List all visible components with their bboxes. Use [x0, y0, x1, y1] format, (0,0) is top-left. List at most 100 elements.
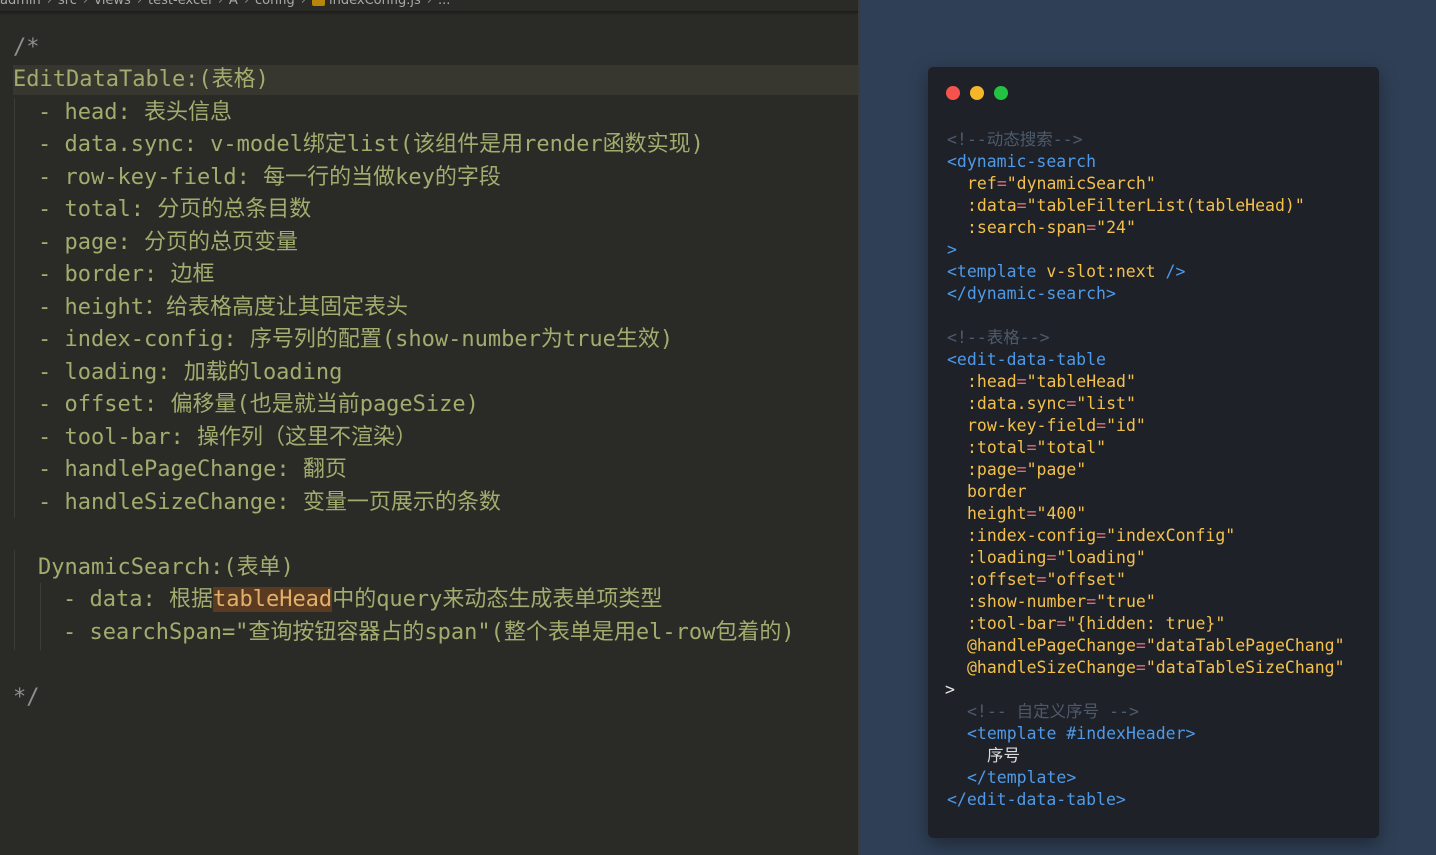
code-line: - handlePageChange: 翻页 — [38, 457, 347, 482]
snippet-attr-line: :tool-bar="{hidden: true}" — [967, 614, 1226, 633]
breadcrumb-item[interactable]: views — [94, 0, 131, 8]
snippet-attr: border — [967, 482, 1027, 501]
minimize-dot-icon — [970, 86, 984, 100]
indent-guide — [14, 98, 15, 518]
snippet-attr: @handlePageChange — [967, 636, 1136, 655]
breadcrumb-item[interactable]: src — [58, 0, 77, 8]
snippet-attr-line: @handleSizeChange="dataTableSizeChang" — [967, 658, 1345, 677]
snippet-value: "24" — [1096, 218, 1136, 237]
snippet-attr-line: ref="dynamicSearch" — [967, 174, 1156, 193]
snippet-attr: :loading — [967, 548, 1047, 567]
snippet-attr: :total — [967, 438, 1027, 457]
snippet-attr: :offset — [967, 570, 1037, 589]
preview-panel: <!--动态搜索--> <dynamic-search ref="dynamic… — [860, 0, 1436, 855]
snippet-attr: :search-span — [967, 218, 1087, 237]
snippet-attr: :data.sync — [967, 394, 1067, 413]
snippet-tag: </edit-data-table> — [947, 790, 1126, 809]
breadcrumb-item[interactable]: A — [229, 0, 238, 8]
code-line: */ — [13, 685, 40, 710]
snippet-value: "tableHead" — [1026, 372, 1136, 391]
snippet-attr: :head — [967, 372, 1017, 391]
snippet-attr: :page — [967, 460, 1017, 479]
code-line: - head: 表头信息 — [38, 100, 232, 125]
snippet-attr-line: :head="tableHead" — [967, 372, 1136, 391]
snippet-attr-line: border — [967, 481, 1027, 503]
code-editor[interactable]: admin › src › views › test-excel › A › config › inde… — [0, 0, 858, 855]
snippet-value: "true" — [1096, 592, 1156, 611]
breadcrumb-ellipsis[interactable]: ... — [438, 0, 450, 8]
snippet-value: "list" — [1076, 394, 1136, 413]
snippet-attr-line: row-key-field="id" — [967, 416, 1146, 435]
snippet-value: "400" — [1036, 504, 1087, 523]
code-line: - row-key-field: 每一行的当做key的字段 — [38, 165, 501, 190]
code-text: - data: 根据 — [63, 587, 213, 612]
snippet-attr-line: @handlePageChange="dataTablePageChang" — [967, 636, 1345, 655]
code-line: - height：给表格高度让其固定表头 — [38, 295, 408, 320]
snippet-value: "{hidden: true}" — [1066, 614, 1226, 633]
snippet-attr: height — [967, 504, 1027, 523]
code-line: /* — [13, 35, 40, 60]
snippet-attr-line: :data.sync="list" — [967, 394, 1136, 413]
snippet-value: "dataTableSizeChang" — [1145, 658, 1345, 677]
snippet-attr-line: :data="tableFilterList(tableHead)" — [967, 196, 1305, 215]
code-text: 中的query来动态生成表单项类型 — [332, 587, 663, 612]
editor-top-shadow — [0, 11, 858, 15]
code-line-current: EditDataTable:(表格) — [13, 65, 858, 95]
code-snippet-window: <!--动态搜索--> <dynamic-search ref="dynamic… — [928, 67, 1379, 838]
snippet-tag: > — [947, 240, 957, 259]
snippet-tag: </template> — [967, 768, 1077, 787]
snippet-attr: :show-number — [967, 592, 1087, 611]
code-line: - total: 分页的总条目数 — [38, 197, 312, 222]
snippet-value: "offset" — [1046, 570, 1126, 589]
snippet-attr-line: :loading="loading" — [967, 548, 1146, 567]
code-line: DynamicSearch:(表单) — [38, 555, 294, 580]
snippet-tag: /> — [1155, 262, 1186, 281]
breadcrumb-item[interactable]: config — [255, 0, 295, 8]
snippet-value: "total" — [1036, 438, 1107, 457]
snippet-value: "page" — [1026, 460, 1087, 479]
snippet-value: "loading" — [1056, 548, 1146, 567]
snippet-tag: <template #indexHeader> — [967, 724, 1196, 743]
code-line: - data.sync: v-model绑定list(该组件是用render函数… — [38, 132, 704, 157]
snippet-comment: <!--表格--> — [947, 328, 1050, 347]
close-dot-icon — [946, 86, 960, 100]
snippet-attr-line: :offset="offset" — [967, 570, 1126, 589]
snippet-tag: <dynamic-search — [947, 152, 1097, 171]
snippet-attr: v-slot:next — [1036, 262, 1156, 281]
breadcrumb-item[interactable]: admin — [0, 0, 41, 8]
code-line: - page: 分页的总页变量 — [38, 230, 298, 255]
snippet-value: "indexConfig" — [1106, 526, 1236, 545]
js-file-icon — [312, 0, 325, 6]
snippet-value: "dynamicSearch" — [1006, 174, 1156, 193]
code-line: - searchSpan="查询按钮容器占的span"(整个表单是用el-row… — [63, 620, 795, 645]
code-line: - offset: 偏移量(也是就当前pageSize) — [38, 392, 479, 417]
snippet-attr: ref — [967, 174, 997, 193]
snippet-attr: :index-config — [967, 526, 1097, 545]
snippet-attr: :tool-bar — [967, 614, 1057, 633]
code-line: - tool-bar: 操作列（这里不渲染） — [38, 425, 417, 450]
breadcrumb-file[interactable]: indexConfig.js — [329, 0, 421, 8]
snippet-attr-line: :show-number="true" — [967, 592, 1156, 611]
code-line: - handleSizeChange: 变量一页展示的条数 — [38, 490, 501, 515]
snippet-attr: @handleSizeChange — [967, 658, 1136, 677]
code-line: - loading: 加载的loading — [38, 360, 343, 385]
snippet-value: "id" — [1106, 416, 1146, 435]
snippet-attr-line: :search-span="24" — [967, 218, 1136, 237]
snippet-attr-line: :total="total" — [967, 438, 1107, 457]
snippet-template-line: <template v-slot:next /> — [947, 261, 1185, 283]
snippet-attr-line: :index-config="indexConfig" — [967, 526, 1236, 545]
breadcrumb-item[interactable]: test-excel — [148, 0, 212, 8]
code-line: - index-config: 序号列的配置(show-number为true生… — [38, 327, 674, 352]
snippet-attr-line: height="400" — [967, 504, 1087, 523]
maximize-dot-icon — [994, 86, 1008, 100]
snippet-text: 序号 — [987, 746, 1020, 765]
snippet-value: "tableFilterList(tableHead)" — [1026, 196, 1305, 215]
snippet-tag: <template — [947, 262, 1037, 281]
indent-guide — [14, 550, 15, 650]
indent-guide — [40, 583, 41, 650]
search-highlight: tableHead — [212, 587, 333, 612]
snippet-attr-line: :page="page" — [967, 460, 1087, 479]
snippet-tag: <edit-data-table — [947, 350, 1106, 369]
breadcrumb: admin › src › views › test-excel › A › config › inde… — [0, 0, 858, 11]
snippet-tag: > — [945, 680, 955, 699]
